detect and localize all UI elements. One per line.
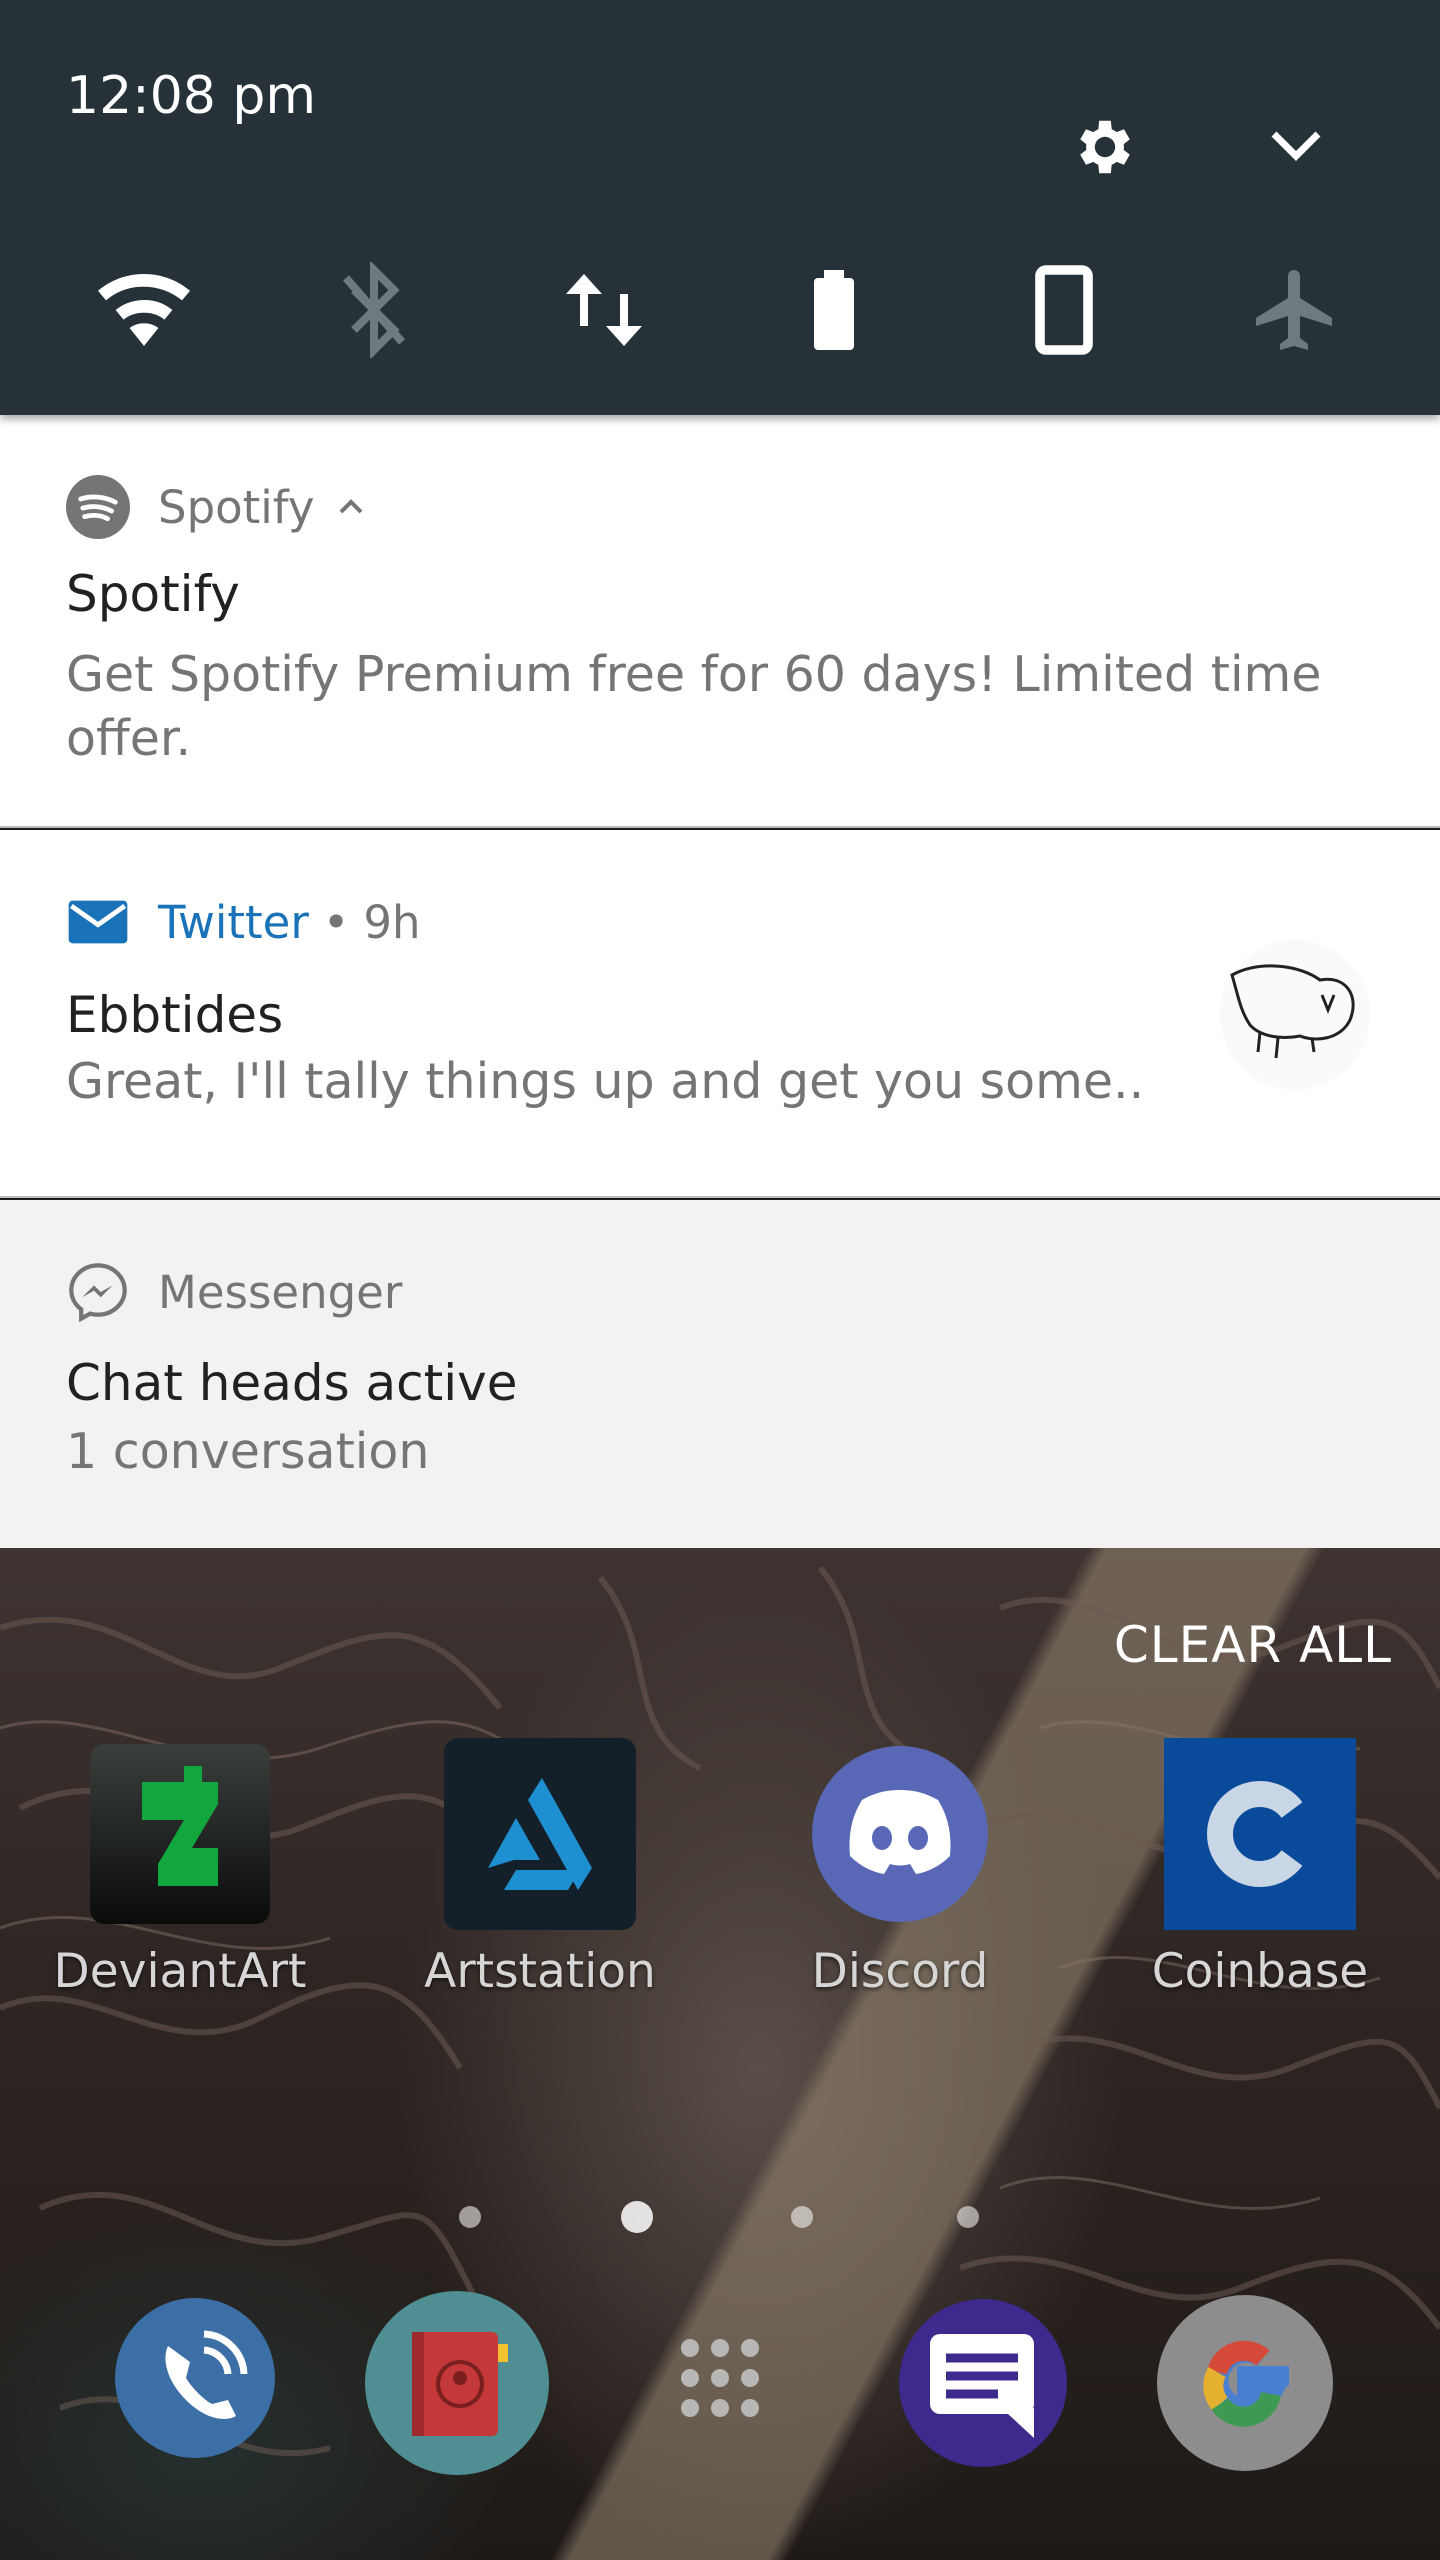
mail-icon xyxy=(68,900,128,944)
mobile-data-icon[interactable] xyxy=(556,262,652,358)
app-label: Coinbase xyxy=(1151,1944,1369,1999)
home-screen: CLEAR ALL DeviantArt Artstation Discord xyxy=(0,1548,1440,2560)
page-dot-current xyxy=(621,2201,653,2233)
status-time: 12:08 pm xyxy=(66,66,317,126)
notification-title: Ebbtides xyxy=(66,986,284,1044)
app-artstation[interactable]: Artstation xyxy=(390,1738,690,1999)
notification-app-name: Twitter xyxy=(158,895,309,949)
notification-text: 1 conversation xyxy=(66,1423,430,1480)
app-drawer-icon[interactable] xyxy=(625,2288,815,2478)
app-label: Artstation xyxy=(424,1944,656,1999)
bluetooth-off-icon[interactable] xyxy=(326,260,422,360)
messages-icon[interactable] xyxy=(888,2288,1078,2478)
notification-messenger[interactable]: Messenger Chat heads active 1 conversati… xyxy=(0,1200,1440,1548)
contacts-icon[interactable] xyxy=(362,2288,552,2478)
clear-all-button[interactable]: CLEAR ALL xyxy=(1114,1616,1392,1674)
auto-rotate-icon[interactable] xyxy=(1016,262,1112,358)
app-label: Discord xyxy=(811,1944,989,1999)
wifi-icon[interactable] xyxy=(96,262,192,358)
page-dot xyxy=(459,2206,481,2228)
battery-icon[interactable] xyxy=(786,262,882,358)
discord-icon xyxy=(812,1746,988,1922)
notification-title: Spotify xyxy=(66,565,240,623)
page-indicator xyxy=(0,2198,1440,2238)
notification-spotify[interactable]: Spotify Spotify Get Spotify Premium free… xyxy=(0,415,1440,828)
notification-time: 9h xyxy=(363,895,421,949)
collapse-caret-icon[interactable] xyxy=(333,492,369,522)
messenger-icon xyxy=(69,1263,127,1323)
notification-separator: • xyxy=(322,895,350,949)
app-label: DeviantArt xyxy=(53,1944,307,1999)
avatar xyxy=(1220,940,1370,1090)
app-deviantart[interactable]: DeviantArt xyxy=(30,1738,330,1999)
google-icon[interactable] xyxy=(1150,2288,1340,2478)
artstation-icon xyxy=(444,1738,636,1930)
notification-app-name: Spotify xyxy=(158,480,315,534)
notification-app-name: Messenger xyxy=(158,1265,403,1319)
quick-settings-header: 12:08 pm xyxy=(0,0,1440,415)
page-dot xyxy=(791,2206,813,2228)
spotify-icon xyxy=(66,475,130,539)
airplane-mode-icon[interactable] xyxy=(1246,262,1342,358)
notification-text: Great, I'll tally things up and get you … xyxy=(66,1053,1145,1110)
notification-text: Get Spotify Premium free for 60 days! Li… xyxy=(66,646,1322,767)
notification-twitter[interactable]: Twitter • 9h Ebbtides Great, I'll tally … xyxy=(0,830,1440,1198)
expand-chevron-icon[interactable] xyxy=(1268,122,1324,172)
coinbase-icon xyxy=(1164,1738,1356,1930)
notification-title: Chat heads active xyxy=(66,1354,518,1412)
settings-gear-icon[interactable] xyxy=(1070,112,1140,182)
page-dot xyxy=(957,2206,979,2228)
deviantart-icon xyxy=(90,1744,270,1924)
app-discord[interactable]: Discord xyxy=(750,1738,1050,1999)
phone-icon[interactable] xyxy=(100,2288,290,2478)
app-coinbase[interactable]: Coinbase xyxy=(1110,1738,1410,1999)
